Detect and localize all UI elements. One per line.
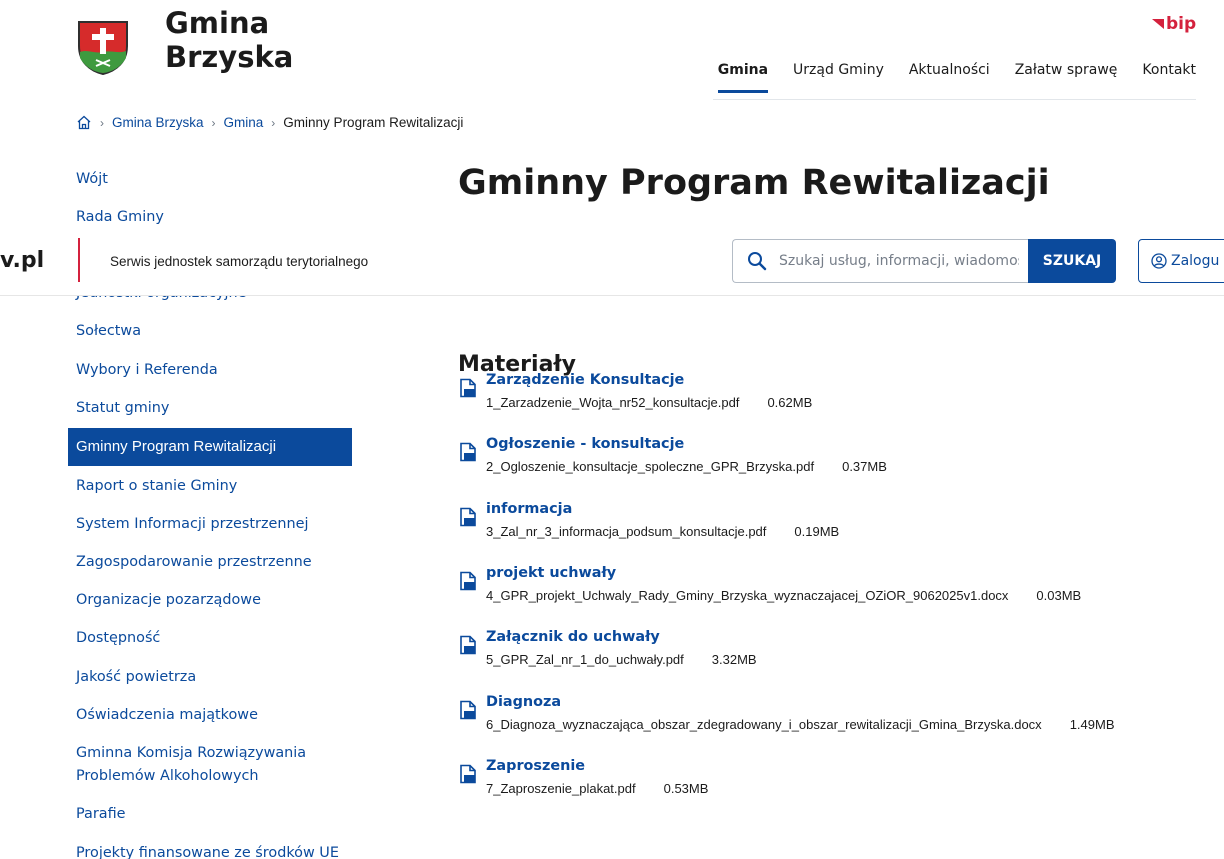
material-size: 0.03MB bbox=[1036, 588, 1082, 603]
file-icon bbox=[460, 635, 476, 655]
sidebar-item-wybory[interactable]: Wybory i Referenda bbox=[68, 359, 352, 382]
material-size: 0.62MB bbox=[767, 395, 813, 410]
material-filename: 2_Ogloszenie_konsultacje_spoleczne_GPR_B… bbox=[486, 459, 815, 474]
chevron-right-icon: › bbox=[100, 115, 104, 130]
sidebar-item-parafie[interactable]: Parafie bbox=[68, 803, 352, 826]
file-icon bbox=[460, 571, 476, 591]
site-title-line2: Brzyska bbox=[165, 40, 294, 74]
material-size: 3.32MB bbox=[711, 652, 757, 667]
sidebar-item-zagospodarowanie[interactable]: Zagospodarowanie przestrzenne bbox=[68, 551, 352, 574]
breadcrumb: › Gmina Brzyska › Gmina › Gminny Program… bbox=[76, 115, 463, 130]
login-label: Zalogu bbox=[1171, 253, 1220, 269]
material-filename: 3_Zal_nr_3_informacja_podsum_konsultacje… bbox=[486, 524, 767, 539]
material-size: 0.37MB bbox=[842, 459, 887, 474]
breadcrumb-gmina[interactable]: Gmina bbox=[224, 115, 264, 130]
page-title: Gminny Program Rewitalizacji bbox=[458, 163, 1050, 203]
sidebar-item-dostepnosc[interactable]: Dostępność bbox=[68, 627, 352, 650]
material-link[interactable]: Diagnoza bbox=[486, 694, 561, 710]
sidebar-item-oswiadczenia[interactable]: Oświadczenia majątkowe bbox=[68, 704, 352, 727]
search-box bbox=[732, 239, 1028, 283]
material-link[interactable]: Zaproszenie bbox=[486, 758, 585, 774]
coat-of-arms-logo[interactable] bbox=[76, 16, 130, 76]
sidebar-item-solectwa[interactable]: Sołectwa bbox=[68, 320, 352, 343]
breadcrumb-current: Gminny Program Rewitalizacji bbox=[283, 115, 464, 130]
file-icon bbox=[460, 507, 476, 527]
sidebar-item-gpr[interactable]: Gminny Program Rewitalizacji bbox=[68, 428, 352, 466]
search-input[interactable] bbox=[779, 253, 1019, 269]
sidebar-item-sip[interactable]: System Informacji przestrzennej bbox=[68, 513, 352, 536]
file-icon bbox=[460, 764, 476, 784]
material-link[interactable]: Zarządzenie Konsultacje bbox=[486, 372, 684, 388]
sidebar-item-raport[interactable]: Raport o stanie Gminy bbox=[68, 475, 352, 498]
portal-overlay-bar: v.pl Serwis jednostek samorządu terytori… bbox=[0, 232, 1224, 296]
material-size: 1.49MB bbox=[1069, 717, 1115, 732]
sidebar-item-jakosc-powietrza[interactable]: Jakość powietrza bbox=[68, 666, 352, 689]
main-nav: Gmina Urząd Gminy Aktualności Załatw spr… bbox=[717, 62, 1196, 93]
material-size: 0.19MB bbox=[794, 524, 840, 539]
sidebar-item-rada-gminy[interactable]: Rada Gminy bbox=[68, 206, 352, 229]
material-filename: 4_GPR_projekt_Uchwaly_Rady_Gminy_Brzyska… bbox=[486, 588, 1009, 603]
portal-tagline: Serwis jednostek samorządu terytorialneg… bbox=[110, 254, 369, 269]
file-icon bbox=[460, 378, 476, 398]
material-filename: 5_GPR_Zal_nr_1_do_uchwały.pdf bbox=[486, 652, 684, 667]
material-filename: 1_Zarzadzenie_Wojta_nr52_konsultacje.pdf bbox=[486, 395, 740, 410]
user-icon bbox=[1151, 253, 1167, 269]
file-icon bbox=[460, 442, 476, 462]
sidebar-item-projekty-ue[interactable]: Projekty finansowane ze środków UE bbox=[68, 842, 352, 859]
material-link[interactable]: projekt uchwały bbox=[486, 565, 616, 581]
nav-kontakt[interactable]: Kontakt bbox=[1142, 62, 1196, 93]
bip-label: bip bbox=[1166, 14, 1197, 34]
site-title[interactable]: Gmina Brzyska bbox=[165, 6, 293, 74]
nav-zalatw-sprawe[interactable]: Załatw sprawę bbox=[1015, 62, 1118, 93]
sidebar-item-komisja[interactable]: Gminna Komisja Rozwiązywania Problemów A… bbox=[68, 742, 328, 788]
nav-gmina[interactable]: Gmina bbox=[717, 62, 769, 93]
portal-divider bbox=[78, 238, 80, 282]
nav-aktualnosci[interactable]: Aktualności bbox=[909, 62, 990, 93]
search-button[interactable]: SZUKAJ bbox=[1028, 239, 1116, 283]
portal-logo[interactable]: v.pl bbox=[0, 248, 44, 273]
login-button[interactable]: Zalogu bbox=[1138, 239, 1224, 283]
material-link[interactable]: informacja bbox=[486, 501, 572, 517]
chevron-right-icon: › bbox=[271, 115, 276, 130]
search-icon bbox=[748, 252, 767, 271]
material-link[interactable]: Załącznik do uchwały bbox=[486, 629, 660, 645]
material-size: 0.53MB bbox=[663, 781, 709, 796]
file-icon bbox=[460, 700, 476, 720]
material-filename: 6_Diagnoza_wyznaczająca_obszar_zdegradow… bbox=[486, 717, 1042, 732]
material-filename: 7_Zaproszenie_plakat.pdf bbox=[486, 781, 636, 796]
bip-link[interactable]: bip bbox=[1152, 14, 1196, 34]
nav-urzad-gminy[interactable]: Urząd Gminy bbox=[793, 62, 884, 93]
bip-flag-icon bbox=[1152, 19, 1164, 29]
chevron-right-icon: › bbox=[211, 115, 216, 130]
nav-divider bbox=[713, 99, 1196, 100]
material-link[interactable]: Ogłoszenie - konsultacje bbox=[486, 436, 684, 452]
home-icon[interactable] bbox=[76, 115, 92, 130]
sidebar-item-wojt[interactable]: Wójt bbox=[68, 168, 352, 191]
site-title-line1: Gmina bbox=[165, 6, 270, 40]
sidebar-item-organizacje[interactable]: Organizacje pozarządowe bbox=[68, 589, 352, 612]
sidebar-item-statut[interactable]: Statut gminy bbox=[68, 397, 352, 420]
breadcrumb-gmina-brzyska[interactable]: Gmina Brzyska bbox=[112, 115, 204, 130]
